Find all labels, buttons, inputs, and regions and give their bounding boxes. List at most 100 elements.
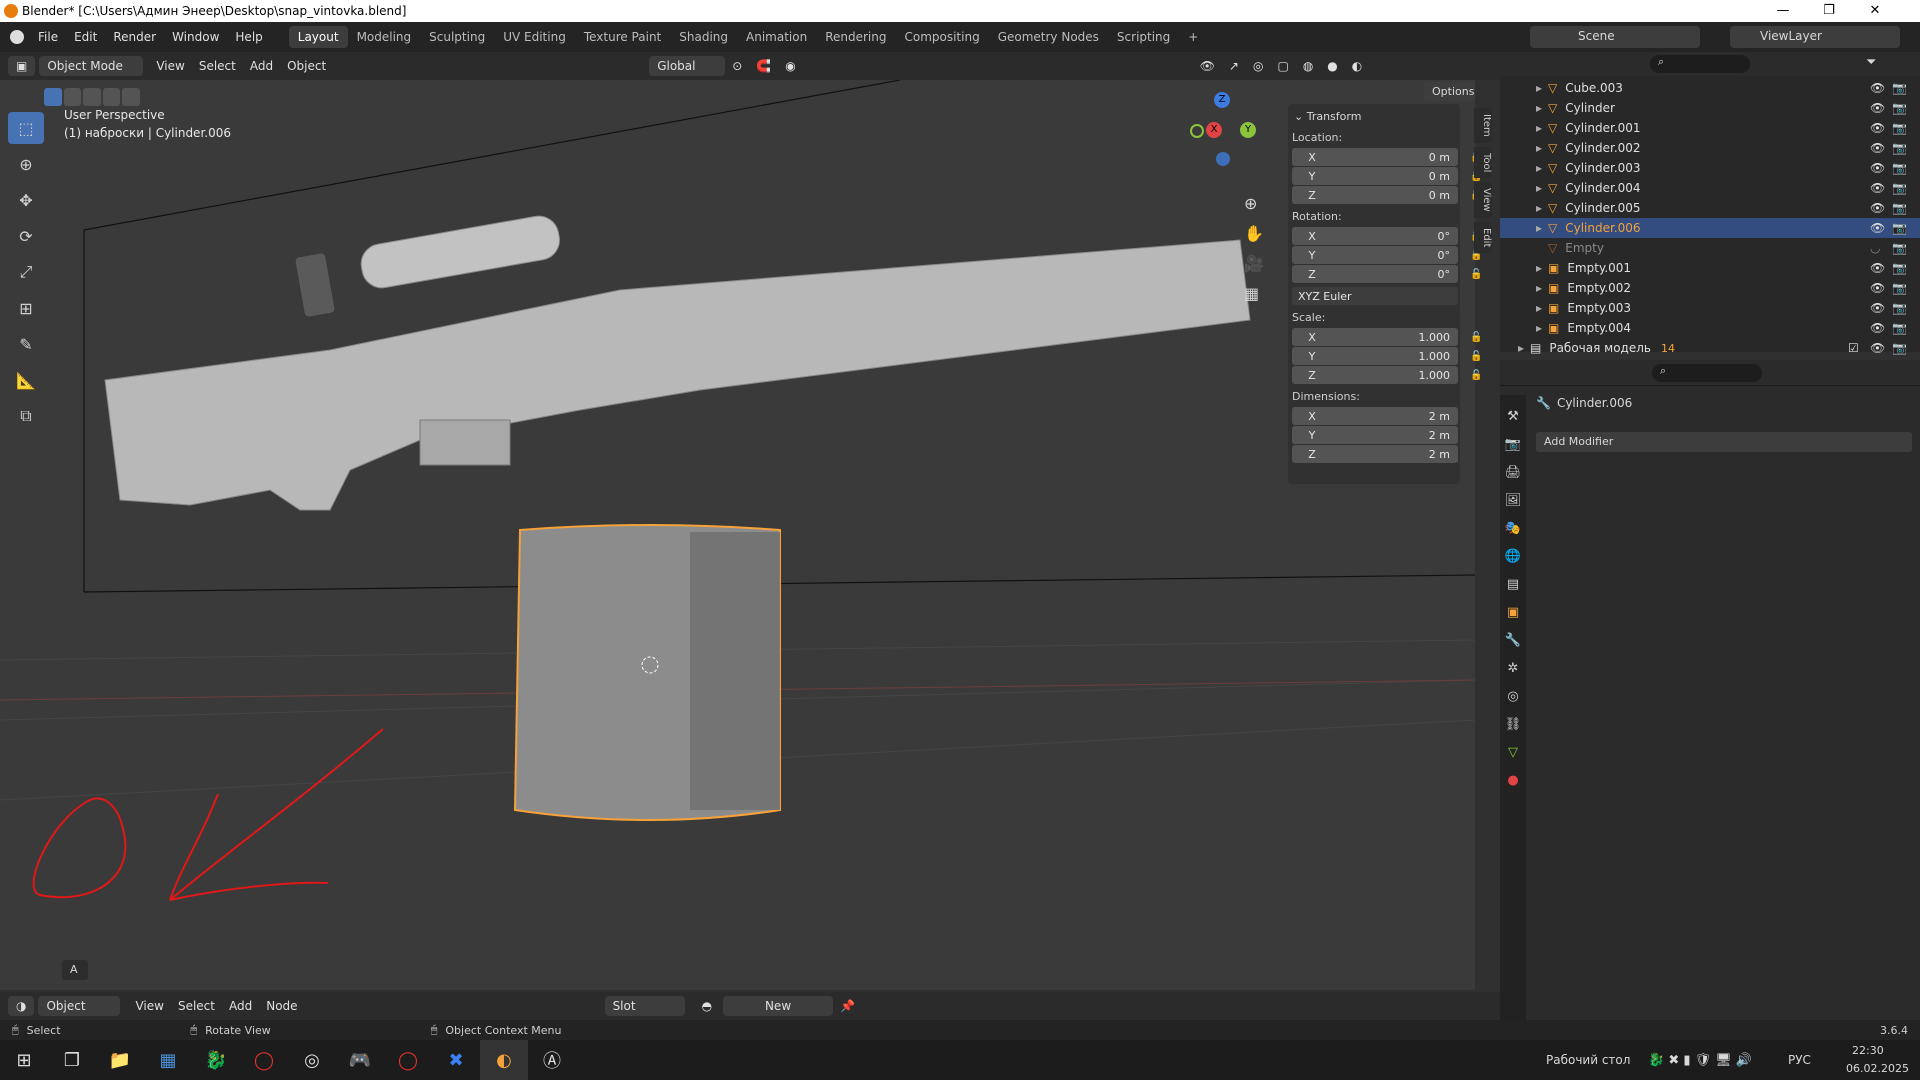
select-box-tool-icon[interactable]: ⬚ xyxy=(8,112,44,144)
location-x-field[interactable]: X0 m🔓 xyxy=(1292,148,1482,166)
transform-tool-icon[interactable]: ⊞ xyxy=(8,292,44,324)
lock-icon[interactable]: 🔓 xyxy=(1470,332,1482,343)
list-item[interactable]: ▽ Empty ◡ 📷 xyxy=(1500,238,1920,258)
mode-selector[interactable]: Object Mode xyxy=(39,56,144,76)
list-item[interactable]: ▸ ▣ Empty.001 👁 📷 xyxy=(1500,258,1920,278)
xray-icon[interactable]: ▢ xyxy=(1270,59,1295,73)
blender-taskbar-icon[interactable]: ◐ xyxy=(480,1040,528,1080)
slot-dropdown[interactable]: Slot xyxy=(604,996,685,1016)
physics-props-icon[interactable]: ◎ xyxy=(1500,683,1526,711)
xbox-icon[interactable]: ✖ xyxy=(432,1040,480,1080)
eye-icon[interactable]: 👁 xyxy=(1870,301,1885,315)
menu-render[interactable]: Render xyxy=(105,30,164,44)
list-item[interactable]: ▸ ▽ Cylinder.004 👁 📷 xyxy=(1500,178,1920,198)
particles-props-icon[interactable]: ✲ xyxy=(1500,655,1526,683)
object-props-icon[interactable]: ▣ xyxy=(1500,599,1526,627)
modifier-props-icon[interactable]: 🔧 xyxy=(1500,627,1526,655)
list-item[interactable]: ▸ ▽ Cube.003 👁 📷 xyxy=(1500,78,1920,98)
last-operator-panel[interactable]: A xyxy=(62,960,88,980)
orientation-selector[interactable]: Global xyxy=(649,56,726,76)
list-item[interactable]: ▸ ▽ Cylinder 👁 📷 xyxy=(1500,98,1920,118)
menu-window[interactable]: Window xyxy=(164,30,227,44)
menu-edit[interactable]: Edit xyxy=(66,30,105,44)
rotation-y-field[interactable]: Y 0° 🔓 xyxy=(1292,246,1482,264)
app2-icon[interactable]: Ⓐ xyxy=(528,1040,576,1080)
gizmo-z-axis[interactable]: Z xyxy=(1214,92,1230,108)
camera-view-icon[interactable]: 🎥 xyxy=(1244,254,1264,273)
tab-layout[interactable]: Layout xyxy=(288,26,348,48)
camera-icon[interactable]: 📷 xyxy=(1892,341,1907,355)
select-extend-icon[interactable] xyxy=(63,88,82,106)
gizmo-x-axis[interactable]: X xyxy=(1206,122,1222,138)
desktop-label[interactable]: Рабочий стол xyxy=(1546,1053,1630,1067)
render-props-icon[interactable]: 📷 xyxy=(1500,431,1526,459)
ortho-grid-icon[interactable]: ▦ xyxy=(1244,284,1259,303)
tool-props-icon[interactable]: ⚒ xyxy=(1500,403,1526,431)
tab-scripting[interactable]: Scripting xyxy=(1108,26,1179,48)
rotation-z-field[interactable]: Z 0° 🔓 xyxy=(1292,265,1482,283)
camera-icon[interactable]: 📷 xyxy=(1892,141,1907,155)
tab-uv-editing[interactable]: UV Editing xyxy=(494,26,575,48)
menu-help[interactable]: Help xyxy=(227,30,270,44)
dimensions-y-field[interactable]: Y2 m xyxy=(1292,426,1458,444)
checkbox-icon[interactable]: ☑ xyxy=(1848,341,1859,355)
output-props-icon[interactable]: 🖨 xyxy=(1500,459,1526,487)
menu-add[interactable]: Add xyxy=(222,999,259,1013)
lock-icon[interactable]: 🔓 xyxy=(1470,269,1482,280)
eye-icon[interactable]: 👁 xyxy=(1870,141,1885,155)
location-y-field[interactable]: Y0 m🔓 xyxy=(1292,167,1482,185)
viewlayer-selector[interactable]: ViewLayer xyxy=(1730,26,1900,48)
editor-type-icon[interactable]: ▣ xyxy=(8,56,36,76)
zoom-icon[interactable]: ⊕ xyxy=(1244,194,1257,213)
proportional-edit-icon[interactable]: ◉ xyxy=(778,59,802,73)
list-item[interactable]: ▸ ▽ Cylinder.005 👁 📷 xyxy=(1500,198,1920,218)
list-item-collection[interactable]: ▸ ▤ Рабочая модель 14 ☑ 👁 📷 xyxy=(1500,338,1920,358)
location-z-field[interactable]: Z0 m🔓 xyxy=(1292,186,1482,204)
outliner-search-icon[interactable]: ⌕ xyxy=(1650,55,1750,73)
gizmo-icon[interactable]: ↗ xyxy=(1222,59,1246,73)
cursor-tool-icon[interactable]: ⊕ xyxy=(8,148,44,180)
language-indicator[interactable]: РУС xyxy=(1788,1053,1811,1067)
transform-section-header[interactable]: ⌄ Transform xyxy=(1294,110,1460,123)
eye-icon[interactable]: 👁 xyxy=(1870,101,1885,115)
measure-tool-icon[interactable]: 📐 xyxy=(8,364,44,396)
windows-start-icon[interactable]: ⊞ xyxy=(0,1040,48,1080)
blender-menu-icon[interactable] xyxy=(10,30,24,44)
world-props-icon[interactable]: 🌐 xyxy=(1500,543,1526,571)
select-subtract-icon[interactable] xyxy=(83,88,101,106)
camera-icon[interactable]: 📷 xyxy=(1892,261,1907,275)
editor-type-icon[interactable]: ◑ xyxy=(8,996,35,1016)
clock-time[interactable]: 22:30 xyxy=(1852,1044,1884,1057)
menu-file[interactable]: File xyxy=(30,30,66,44)
eye-icon[interactable]: 👁 xyxy=(1870,81,1885,95)
tab-item[interactable]: Item xyxy=(1474,108,1492,143)
pin-icon[interactable]: 📌 xyxy=(833,999,862,1013)
eye-icon[interactable]: 👁 xyxy=(1870,161,1885,175)
eye-hidden-icon[interactable]: ◡ xyxy=(1870,241,1880,255)
menu-add[interactable]: Add xyxy=(243,59,280,73)
data-props-icon[interactable]: ▽ xyxy=(1500,739,1526,767)
3d-viewport[interactable]: User Perspective (1) наброски | Cylinder… xyxy=(0,80,1475,990)
select-new-icon[interactable] xyxy=(44,88,62,106)
rotation-mode-dropdown[interactable]: XYZ Euler xyxy=(1292,287,1458,305)
select-invert-icon[interactable] xyxy=(102,88,121,106)
list-item[interactable]: ▸ ▽ Cylinder.002 👁 📷 xyxy=(1500,138,1920,158)
camera-icon[interactable]: 📷 xyxy=(1892,161,1907,175)
lock-icon[interactable]: 🔓 xyxy=(1470,351,1482,362)
menu-select[interactable]: Select xyxy=(192,59,243,73)
tab-texture-paint[interactable]: Texture Paint xyxy=(575,26,670,48)
eye-icon[interactable]: 👁 xyxy=(1870,221,1885,235)
camera-icon[interactable]: 📷 xyxy=(1892,101,1907,115)
eye-icon[interactable]: 👁 xyxy=(1870,181,1885,195)
camera-icon[interactable]: 📷 xyxy=(1892,241,1907,255)
opera-icon[interactable]: ◯ xyxy=(240,1040,288,1080)
material-props-icon[interactable]: ● xyxy=(1500,767,1526,795)
task-view-icon[interactable]: ❐ xyxy=(48,1040,96,1080)
eye-icon[interactable]: 👁 xyxy=(1870,261,1885,275)
pan-hand-icon[interactable]: ✋ xyxy=(1244,224,1264,243)
tab-modeling[interactable]: Modeling xyxy=(348,26,421,48)
scale-tool-icon[interactable]: ⤢ xyxy=(8,256,44,288)
camera-icon[interactable]: 📷 xyxy=(1892,81,1907,95)
camera-icon[interactable]: 📷 xyxy=(1892,201,1907,215)
obs-icon[interactable]: ◎ xyxy=(288,1040,336,1080)
